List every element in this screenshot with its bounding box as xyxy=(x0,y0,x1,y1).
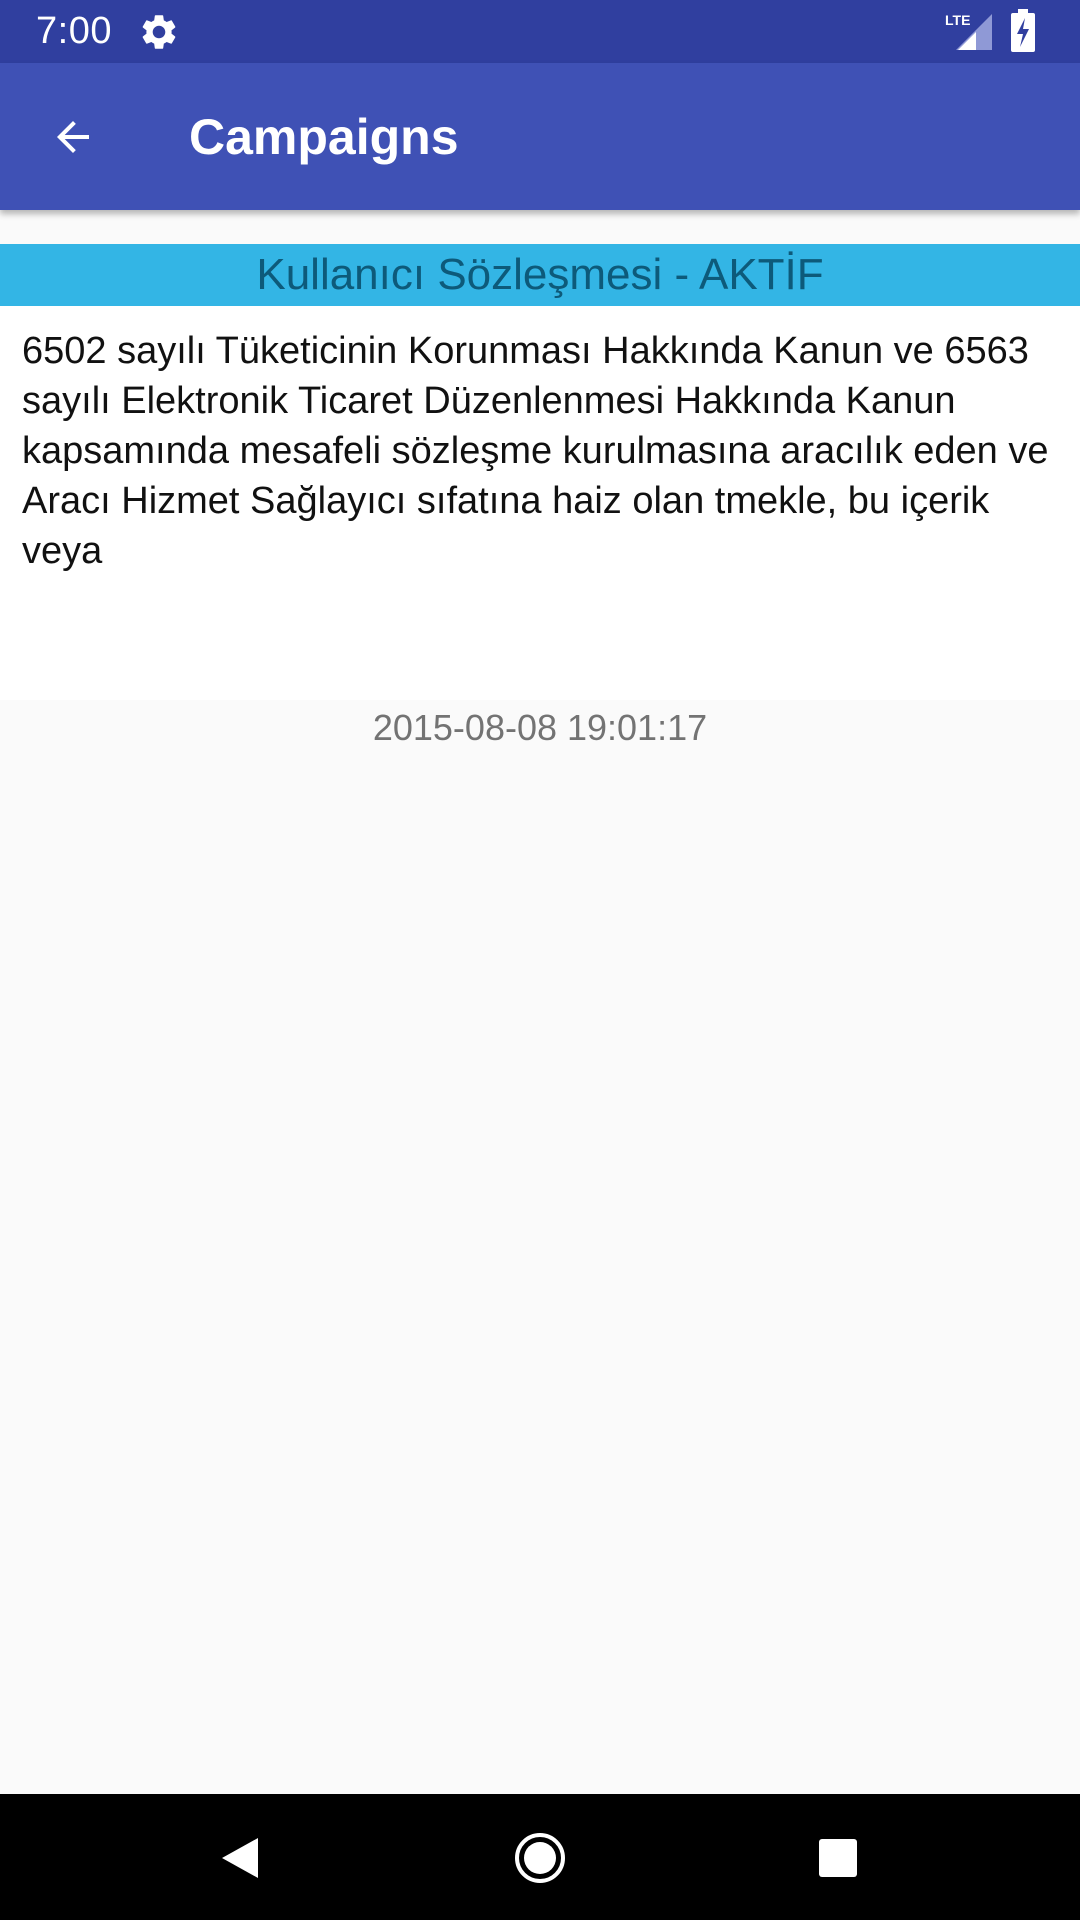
status-time: 7:00 xyxy=(36,10,112,52)
battery-charging-icon xyxy=(1011,9,1035,52)
lte-label: LTE xyxy=(945,12,970,28)
arrow-back-icon xyxy=(57,121,89,153)
nav-back-button[interactable] xyxy=(200,1818,280,1898)
back-triangle-icon xyxy=(222,1838,258,1878)
campaign-body: 6502 sayılı Tüketicinin Korunması Hakkın… xyxy=(22,330,1049,572)
lte-signal-icon: LTE xyxy=(945,12,992,50)
campaign-card[interactable]: Kullanıcı Sözleşmesi - AKTİF 6502 sayılı… xyxy=(0,244,1080,700)
page-title: Campaigns xyxy=(189,109,459,165)
campaign-date: 2015-08-08 19:01:17 xyxy=(372,707,708,748)
campaign-title: Kullanıcı Sözleşmesi - AKTİF xyxy=(0,244,1080,306)
settings-gear-icon xyxy=(142,15,176,49)
nav-recents-button[interactable] xyxy=(798,1818,878,1898)
recents-square-icon xyxy=(819,1839,857,1877)
status-bar: 7:00 LTE xyxy=(0,0,1080,63)
system-nav-bar xyxy=(0,1794,1080,1920)
back-button[interactable] xyxy=(36,107,110,167)
nav-home-button[interactable] xyxy=(500,1818,580,1898)
home-circle-icon xyxy=(515,1833,565,1883)
app-bar: Campaigns xyxy=(0,63,1080,210)
